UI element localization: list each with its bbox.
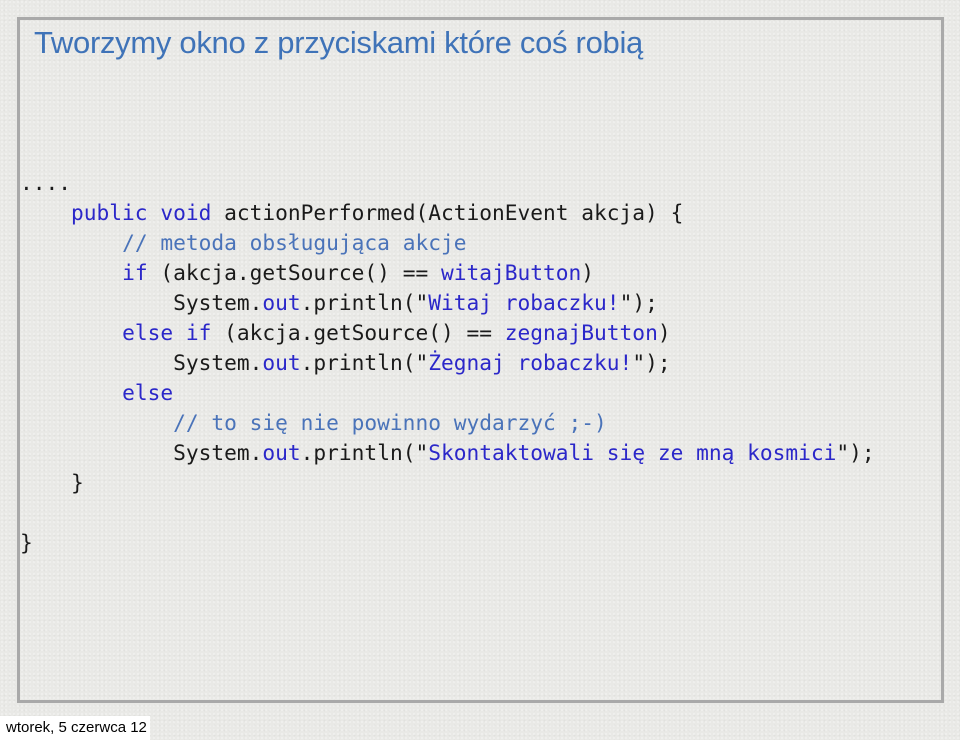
code-string: Żegnaj robaczku!: [428, 350, 633, 375]
code-text: }: [20, 470, 84, 495]
code-line: else if (akcja.getSource() == zegnajButt…: [20, 318, 875, 348]
code-text: System.: [20, 290, 263, 315]
code-line: System.out.println("Skontaktowali się ze…: [20, 438, 875, 468]
code-text: ");: [619, 290, 658, 315]
code-line: // metoda obsługująca akcje: [20, 228, 875, 258]
code-comment: // metoda obsługująca akcje: [122, 230, 467, 255]
code-keyword: out: [262, 350, 301, 375]
code-string: Witaj robaczku!: [428, 290, 620, 315]
code-keyword: witajButton: [440, 260, 582, 285]
code-text: System.: [20, 350, 263, 375]
code-keyword: zegnajButton: [504, 320, 658, 345]
code-keyword: else: [122, 380, 174, 405]
code-text: ");: [836, 440, 875, 465]
code-line: ....: [20, 168, 875, 198]
code-line: System.out.println("Żegnaj robaczku!");: [20, 348, 875, 378]
footer-date: wtorek, 5 czerwca 12: [0, 716, 150, 740]
code-keyword: out: [262, 290, 301, 315]
code-line: public void actionPerformed(ActionEvent …: [20, 198, 875, 228]
code-text: actionPerformed(ActionEvent akcja) {: [211, 200, 684, 225]
code-line: if (akcja.getSource() == witajButton): [20, 258, 875, 288]
slide-title: Tworzymy okno z przyciskami które coś ro…: [34, 25, 643, 60]
code-line: else: [20, 378, 875, 408]
code-line: // to się nie powinno wydarzyć ;-): [20, 408, 875, 438]
code-text: .println(": [300, 350, 429, 375]
code-text: .println(": [300, 290, 429, 315]
code-text: (akcja.getSource() ==: [211, 320, 505, 345]
code-text: .println(": [300, 440, 429, 465]
code-text: (akcja.getSource() ==: [147, 260, 441, 285]
code-text: ");: [632, 350, 671, 375]
code-line: }: [20, 468, 875, 498]
code-text: System.: [20, 440, 263, 465]
code-block: .... public void actionPerformed(ActionE…: [20, 168, 875, 558]
code-string: Skontaktowali się ze mną kosmici: [428, 440, 837, 465]
code-line: System.out.println("Witaj robaczku!");: [20, 288, 875, 318]
code-text: ....: [20, 170, 72, 195]
code-keyword: public void: [71, 200, 212, 225]
code-text: ): [657, 320, 671, 345]
code-text: ): [581, 260, 595, 285]
code-comment: // to się nie powinno wydarzyć ;-): [173, 410, 607, 435]
code-line: }: [20, 528, 875, 558]
code-keyword: out: [262, 440, 301, 465]
code-keyword: if: [122, 260, 148, 285]
code-text: }: [20, 530, 33, 555]
code-keyword: else if: [122, 320, 212, 345]
